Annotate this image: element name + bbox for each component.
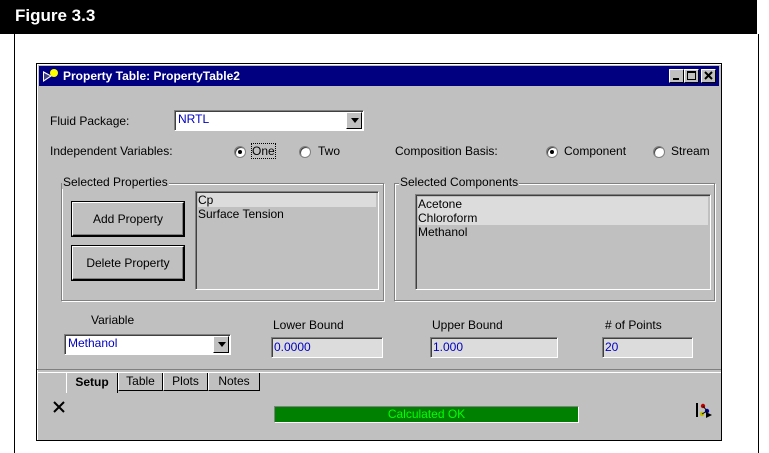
minimize-button[interactable]	[669, 69, 684, 83]
tab-setup[interactable]: Setup	[66, 373, 118, 393]
radio-component-label[interactable]: Component	[564, 144, 626, 158]
chevron-down-icon	[351, 118, 359, 123]
radio-one-label[interactable]: One	[251, 143, 276, 159]
status-bar: Calculated OK	[274, 406, 579, 423]
selected-properties-title: Selected Properties	[62, 175, 169, 189]
fluid-package-label: Fluid Package:	[50, 114, 130, 128]
radio-one[interactable]	[234, 146, 246, 158]
close-icon	[704, 71, 713, 80]
components-list[interactable]: Acetone Chloroform Methanol	[415, 194, 711, 290]
upper-bound-label: Upper Bound	[432, 318, 503, 332]
fluid-package-value: NRTL	[178, 112, 210, 126]
figure-header: Figure 3.3	[0, 0, 757, 34]
close-button[interactable]	[701, 69, 716, 83]
property-table-window: Property Table: PropertyTable2 Fluid Pac…	[36, 63, 722, 441]
radio-two[interactable]	[299, 146, 311, 158]
list-item[interactable]: Chloroform	[418, 211, 708, 225]
list-item[interactable]: Surface Tension	[198, 207, 284, 221]
fluid-package-dropdown-button[interactable]	[346, 112, 362, 129]
add-property-button[interactable]: Add Property	[72, 202, 184, 236]
independent-variables-label: Independent Variables:	[50, 144, 173, 158]
lower-bound-value: 0.0000	[274, 340, 311, 354]
minimize-icon	[673, 78, 679, 80]
upper-bound-value: 1.000	[433, 340, 464, 354]
num-points-label: # of Points	[605, 318, 662, 332]
list-item[interactable]: Cp	[198, 193, 376, 207]
x-icon[interactable]	[52, 400, 66, 414]
fluid-package-select[interactable]: NRTL	[174, 110, 364, 131]
variable-value: Methanol	[68, 336, 118, 350]
radio-stream[interactable]	[653, 146, 665, 158]
properties-list[interactable]: Cp Surface Tension	[195, 191, 379, 290]
delete-property-button[interactable]: Delete Property	[72, 246, 184, 280]
composition-basis-label: Composition Basis:	[395, 144, 498, 158]
tab-plots[interactable]: Plots	[163, 373, 208, 391]
variable-dropdown-button[interactable]	[213, 336, 229, 353]
window-titlebar[interactable]: Property Table: PropertyTable2	[39, 66, 719, 86]
play-icon[interactable]	[705, 411, 713, 419]
list-item[interactable]: Acetone	[418, 197, 708, 211]
num-points-value: 20	[605, 340, 619, 354]
app-icon	[43, 69, 58, 82]
radio-two-label[interactable]: Two	[318, 144, 340, 158]
tab-table[interactable]: Table	[118, 373, 163, 391]
list-item[interactable]: Methanol	[418, 225, 467, 239]
chevron-down-icon	[218, 342, 226, 347]
variable-label: Variable	[91, 313, 135, 327]
maximize-icon	[687, 71, 696, 80]
upper-bound-field[interactable]: 1.000	[430, 337, 558, 358]
num-points-field[interactable]: 20	[602, 337, 693, 358]
selected-components-title: Selected Components	[399, 175, 520, 189]
tab-notes[interactable]: Notes	[208, 373, 260, 391]
variable-select[interactable]: Methanol	[64, 334, 231, 355]
figure-title: Figure 3.3	[15, 6, 96, 25]
window-title: Property Table: PropertyTable2	[63, 69, 240, 83]
lower-bound-label: Lower Bound	[273, 318, 344, 332]
lower-bound-field[interactable]: 0.0000	[271, 337, 383, 358]
maximize-button[interactable]	[684, 69, 699, 83]
radio-component[interactable]	[546, 146, 558, 158]
radio-stream-label[interactable]: Stream	[671, 144, 710, 158]
